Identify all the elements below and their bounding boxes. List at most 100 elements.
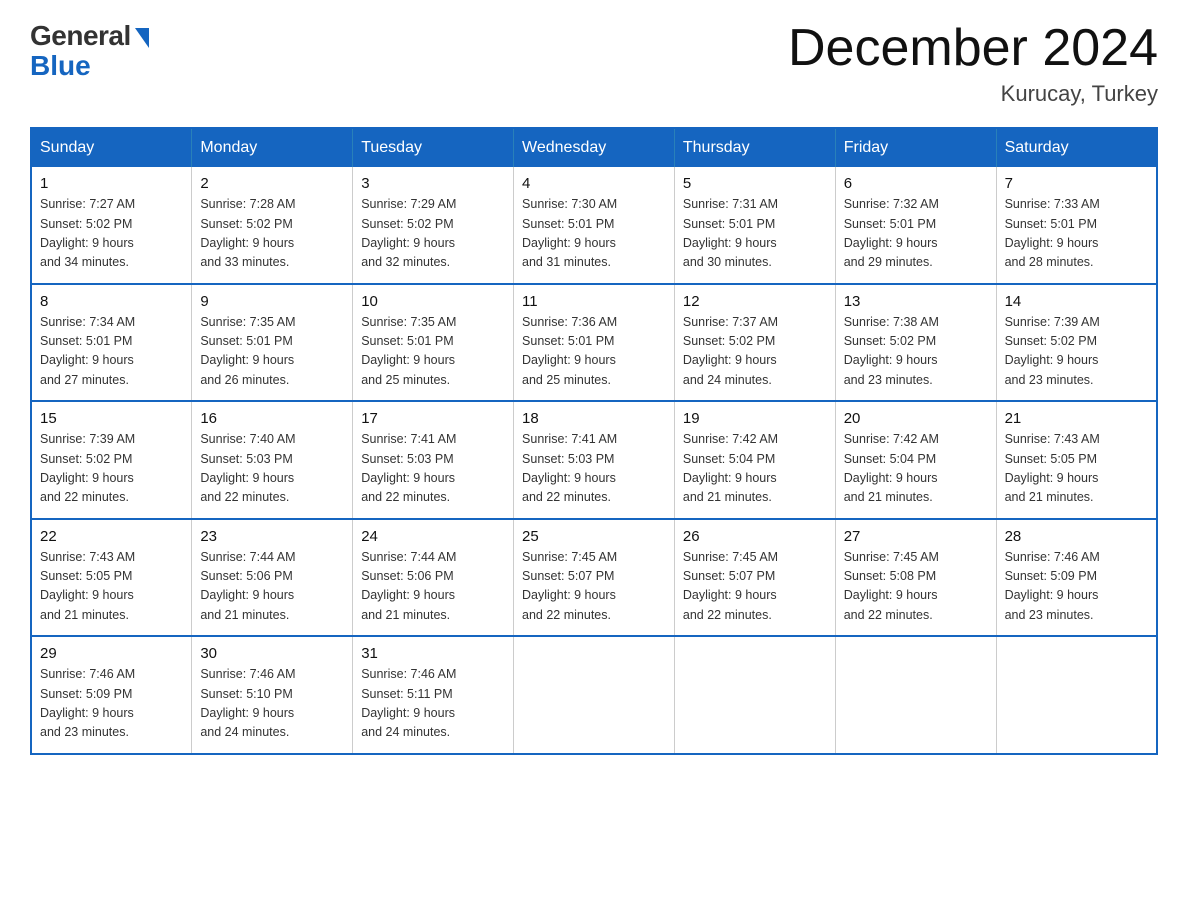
day-info: Sunrise: 7:42 AM Sunset: 5:04 PM Dayligh… [683, 430, 827, 508]
calendar-cell: 13 Sunrise: 7:38 AM Sunset: 5:02 PM Dayl… [835, 284, 996, 402]
calendar-week-1: 1 Sunrise: 7:27 AM Sunset: 5:02 PM Dayli… [31, 167, 1157, 284]
day-number: 29 [40, 645, 183, 662]
day-number: 31 [361, 645, 505, 662]
day-info: Sunrise: 7:44 AM Sunset: 5:06 PM Dayligh… [361, 548, 505, 626]
day-info: Sunrise: 7:34 AM Sunset: 5:01 PM Dayligh… [40, 313, 183, 391]
day-number: 17 [361, 410, 505, 427]
day-info: Sunrise: 7:46 AM Sunset: 5:11 PM Dayligh… [361, 665, 505, 743]
day-number: 3 [361, 175, 505, 192]
calendar-week-5: 29 Sunrise: 7:46 AM Sunset: 5:09 PM Dayl… [31, 636, 1157, 754]
weekday-header-row: Sunday Monday Tuesday Wednesday Thursday… [31, 128, 1157, 167]
calendar-cell: 17 Sunrise: 7:41 AM Sunset: 5:03 PM Dayl… [353, 401, 514, 519]
day-number: 18 [522, 410, 666, 427]
day-number: 5 [683, 175, 827, 192]
calendar-cell [835, 636, 996, 754]
day-info: Sunrise: 7:42 AM Sunset: 5:04 PM Dayligh… [844, 430, 988, 508]
day-number: 2 [200, 175, 344, 192]
calendar-cell: 6 Sunrise: 7:32 AM Sunset: 5:01 PM Dayli… [835, 167, 996, 284]
calendar-cell: 21 Sunrise: 7:43 AM Sunset: 5:05 PM Dayl… [996, 401, 1157, 519]
day-number: 8 [40, 293, 183, 310]
header-thursday: Thursday [674, 128, 835, 167]
day-info: Sunrise: 7:38 AM Sunset: 5:02 PM Dayligh… [844, 313, 988, 391]
calendar-cell: 11 Sunrise: 7:36 AM Sunset: 5:01 PM Dayl… [514, 284, 675, 402]
calendar-cell [514, 636, 675, 754]
day-number: 13 [844, 293, 988, 310]
day-info: Sunrise: 7:36 AM Sunset: 5:01 PM Dayligh… [522, 313, 666, 391]
day-info: Sunrise: 7:33 AM Sunset: 5:01 PM Dayligh… [1005, 195, 1148, 273]
page-header: General Blue December 2024 Kurucay, Turk… [30, 20, 1158, 107]
calendar-cell: 29 Sunrise: 7:46 AM Sunset: 5:09 PM Dayl… [31, 636, 192, 754]
day-info: Sunrise: 7:45 AM Sunset: 5:07 PM Dayligh… [522, 548, 666, 626]
logo-general-text: General [30, 20, 131, 52]
day-info: Sunrise: 7:41 AM Sunset: 5:03 PM Dayligh… [361, 430, 505, 508]
day-number: 28 [1005, 528, 1148, 545]
day-info: Sunrise: 7:28 AM Sunset: 5:02 PM Dayligh… [200, 195, 344, 273]
calendar-cell: 8 Sunrise: 7:34 AM Sunset: 5:01 PM Dayli… [31, 284, 192, 402]
calendar-cell: 15 Sunrise: 7:39 AM Sunset: 5:02 PM Dayl… [31, 401, 192, 519]
calendar-cell: 27 Sunrise: 7:45 AM Sunset: 5:08 PM Dayl… [835, 519, 996, 637]
day-info: Sunrise: 7:41 AM Sunset: 5:03 PM Dayligh… [522, 430, 666, 508]
day-number: 12 [683, 293, 827, 310]
day-number: 22 [40, 528, 183, 545]
day-info: Sunrise: 7:31 AM Sunset: 5:01 PM Dayligh… [683, 195, 827, 273]
calendar-cell: 1 Sunrise: 7:27 AM Sunset: 5:02 PM Dayli… [31, 167, 192, 284]
day-info: Sunrise: 7:32 AM Sunset: 5:01 PM Dayligh… [844, 195, 988, 273]
calendar-cell: 20 Sunrise: 7:42 AM Sunset: 5:04 PM Dayl… [835, 401, 996, 519]
calendar-cell: 28 Sunrise: 7:46 AM Sunset: 5:09 PM Dayl… [996, 519, 1157, 637]
day-info: Sunrise: 7:46 AM Sunset: 5:10 PM Dayligh… [200, 665, 344, 743]
day-number: 19 [683, 410, 827, 427]
calendar-cell: 31 Sunrise: 7:46 AM Sunset: 5:11 PM Dayl… [353, 636, 514, 754]
calendar-cell: 23 Sunrise: 7:44 AM Sunset: 5:06 PM Dayl… [192, 519, 353, 637]
day-number: 23 [200, 528, 344, 545]
calendar-cell: 22 Sunrise: 7:43 AM Sunset: 5:05 PM Dayl… [31, 519, 192, 637]
calendar-cell: 5 Sunrise: 7:31 AM Sunset: 5:01 PM Dayli… [674, 167, 835, 284]
day-info: Sunrise: 7:44 AM Sunset: 5:06 PM Dayligh… [200, 548, 344, 626]
logo-triangle-icon [135, 28, 149, 48]
day-number: 25 [522, 528, 666, 545]
calendar-cell: 16 Sunrise: 7:40 AM Sunset: 5:03 PM Dayl… [192, 401, 353, 519]
day-number: 9 [200, 293, 344, 310]
day-info: Sunrise: 7:45 AM Sunset: 5:07 PM Dayligh… [683, 548, 827, 626]
calendar-cell: 10 Sunrise: 7:35 AM Sunset: 5:01 PM Dayl… [353, 284, 514, 402]
calendar-cell: 26 Sunrise: 7:45 AM Sunset: 5:07 PM Dayl… [674, 519, 835, 637]
calendar-week-3: 15 Sunrise: 7:39 AM Sunset: 5:02 PM Dayl… [31, 401, 1157, 519]
calendar-cell: 18 Sunrise: 7:41 AM Sunset: 5:03 PM Dayl… [514, 401, 675, 519]
day-info: Sunrise: 7:45 AM Sunset: 5:08 PM Dayligh… [844, 548, 988, 626]
title-block: December 2024 Kurucay, Turkey [788, 20, 1158, 107]
calendar-header: Sunday Monday Tuesday Wednesday Thursday… [31, 128, 1157, 167]
day-number: 15 [40, 410, 183, 427]
day-number: 27 [844, 528, 988, 545]
calendar-cell: 25 Sunrise: 7:45 AM Sunset: 5:07 PM Dayl… [514, 519, 675, 637]
day-info: Sunrise: 7:37 AM Sunset: 5:02 PM Dayligh… [683, 313, 827, 391]
header-tuesday: Tuesday [353, 128, 514, 167]
header-saturday: Saturday [996, 128, 1157, 167]
calendar-cell: 19 Sunrise: 7:42 AM Sunset: 5:04 PM Dayl… [674, 401, 835, 519]
day-number: 6 [844, 175, 988, 192]
location: Kurucay, Turkey [788, 81, 1158, 107]
calendar-table: Sunday Monday Tuesday Wednesday Thursday… [30, 127, 1158, 755]
day-info: Sunrise: 7:43 AM Sunset: 5:05 PM Dayligh… [1005, 430, 1148, 508]
day-number: 14 [1005, 293, 1148, 310]
day-number: 1 [40, 175, 183, 192]
day-number: 26 [683, 528, 827, 545]
day-info: Sunrise: 7:35 AM Sunset: 5:01 PM Dayligh… [200, 313, 344, 391]
day-number: 21 [1005, 410, 1148, 427]
calendar-week-2: 8 Sunrise: 7:34 AM Sunset: 5:01 PM Dayli… [31, 284, 1157, 402]
day-number: 11 [522, 293, 666, 310]
day-info: Sunrise: 7:46 AM Sunset: 5:09 PM Dayligh… [40, 665, 183, 743]
calendar-cell: 24 Sunrise: 7:44 AM Sunset: 5:06 PM Dayl… [353, 519, 514, 637]
header-friday: Friday [835, 128, 996, 167]
day-number: 7 [1005, 175, 1148, 192]
day-number: 24 [361, 528, 505, 545]
day-number: 30 [200, 645, 344, 662]
header-monday: Monday [192, 128, 353, 167]
day-info: Sunrise: 7:30 AM Sunset: 5:01 PM Dayligh… [522, 195, 666, 273]
day-info: Sunrise: 7:39 AM Sunset: 5:02 PM Dayligh… [40, 430, 183, 508]
calendar-cell [674, 636, 835, 754]
logo-blue-text: Blue [30, 50, 91, 82]
day-info: Sunrise: 7:39 AM Sunset: 5:02 PM Dayligh… [1005, 313, 1148, 391]
day-info: Sunrise: 7:40 AM Sunset: 5:03 PM Dayligh… [200, 430, 344, 508]
calendar-body: 1 Sunrise: 7:27 AM Sunset: 5:02 PM Dayli… [31, 167, 1157, 754]
day-info: Sunrise: 7:29 AM Sunset: 5:02 PM Dayligh… [361, 195, 505, 273]
calendar-week-4: 22 Sunrise: 7:43 AM Sunset: 5:05 PM Dayl… [31, 519, 1157, 637]
